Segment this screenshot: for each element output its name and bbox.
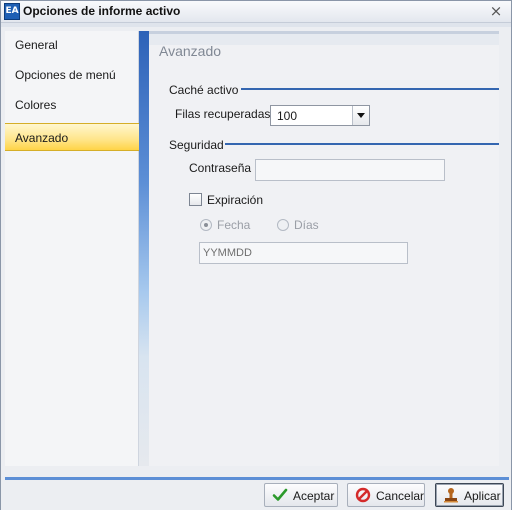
title-bar[interactable]: EA Opciones de informe activo × xyxy=(1,1,511,23)
security-group-line xyxy=(225,143,499,145)
rows-select[interactable]: 100 xyxy=(270,105,370,126)
page-title: Avanzado xyxy=(159,43,222,59)
rows-select-value: 100 xyxy=(277,109,298,123)
radio-date[interactable] xyxy=(200,219,212,231)
dialog-window: EA Opciones de informe activo × General … xyxy=(0,0,512,510)
sidebar-item-advanced[interactable]: Avanzado xyxy=(5,123,139,151)
advanced-panel: Avanzado Caché activo Filas recuperadas … xyxy=(149,31,499,466)
radio-days-label: Días xyxy=(294,218,319,232)
sidebar-item-menu-options[interactable]: Opciones de menú xyxy=(5,61,139,89)
panel-stripe xyxy=(139,31,149,466)
password-label: Contraseña xyxy=(189,161,252,175)
app-icon: EA xyxy=(4,3,20,20)
sidebar: General Opciones de menú Colores Avanzad… xyxy=(5,31,139,466)
sidebar-item-general[interactable]: General xyxy=(5,31,139,59)
close-icon[interactable]: × xyxy=(489,4,503,19)
expiration-checkbox[interactable] xyxy=(189,193,202,206)
cancel-button-label: Cancelar xyxy=(376,489,425,503)
sidebar-item-label: General xyxy=(15,38,58,52)
apply-button-label: Aplicar xyxy=(464,489,501,503)
security-group-label: Seguridad xyxy=(169,138,224,152)
sidebar-item-label: Opciones de menú xyxy=(15,68,116,82)
password-input[interactable] xyxy=(255,159,445,181)
sidebar-item-colors[interactable]: Colores xyxy=(5,91,139,119)
sidebar-item-label: Colores xyxy=(15,98,57,112)
cancel-icon xyxy=(355,487,371,503)
radio-days[interactable] xyxy=(277,219,289,231)
rows-label: Filas recuperadas xyxy=(175,107,271,121)
dialog-footer: Aceptar Cancelar Aplicar xyxy=(1,480,511,510)
accept-button-label: Aceptar xyxy=(293,489,335,503)
window-title: Opciones de informe activo xyxy=(23,4,181,18)
date-input[interactable]: YYMMDD xyxy=(199,242,408,264)
radio-date-label: Fecha xyxy=(217,218,251,232)
title-divider xyxy=(1,23,511,27)
expiration-label: Expiración xyxy=(207,193,264,207)
cache-group-label: Caché activo xyxy=(169,83,239,97)
apply-button[interactable]: Aplicar xyxy=(435,483,504,507)
accept-button[interactable]: Aceptar xyxy=(264,483,338,507)
cache-group-line xyxy=(241,88,499,90)
stamp-icon xyxy=(444,488,458,503)
cancel-button[interactable]: Cancelar xyxy=(347,483,425,507)
checkmark-icon xyxy=(272,488,288,501)
chevron-down-icon[interactable] xyxy=(352,106,369,125)
sidebar-item-label: Avanzado xyxy=(15,131,69,145)
date-input-placeholder: YYMMDD xyxy=(203,247,252,259)
